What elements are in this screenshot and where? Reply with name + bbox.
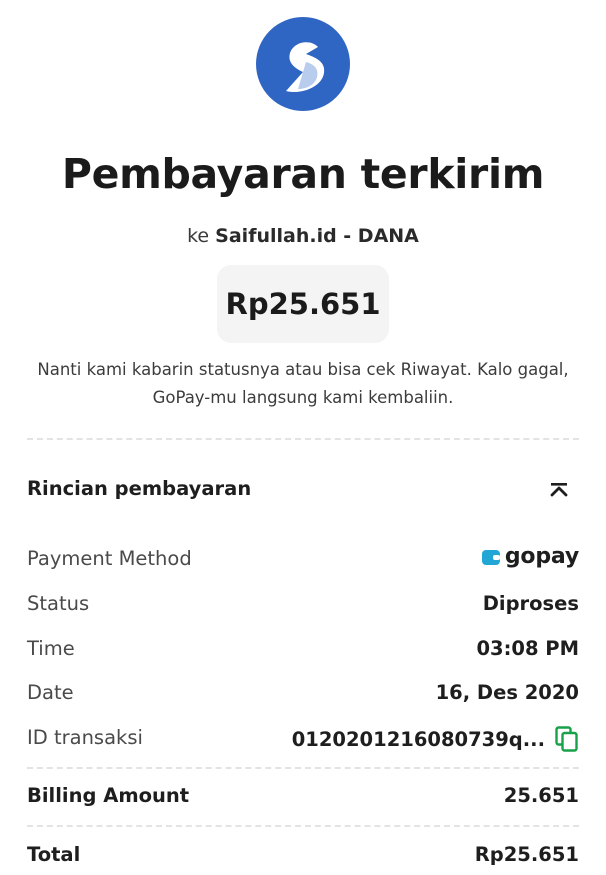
time-row: Time 03:08 PM <box>27 637 579 669</box>
status-note-line-2: GoPay-mu langsung kami kembaliin. <box>152 388 454 407</box>
total-row: Total Rp25.651 <box>27 843 579 875</box>
page-title: Pembayaran terkirim <box>61 150 545 198</box>
recipient-prefix: ke <box>187 225 210 247</box>
total-label: Total <box>27 843 81 866</box>
status-note: Nanti kami kabarin statusnya atau bisa c… <box>20 356 586 412</box>
copy-icon[interactable] <box>555 726 579 752</box>
date-label: Date <box>27 681 74 704</box>
status-label: Status <box>27 592 90 615</box>
gopay-logo: gopay <box>481 544 579 569</box>
transaction-id-value: 0120201216080739q... <box>291 727 545 751</box>
gopay-wordmark: gopay <box>504 544 579 569</box>
divider <box>27 825 579 827</box>
status-value: Diproses <box>482 592 579 615</box>
date-row: Date 16, Des 2020 <box>27 681 579 713</box>
payment-method-row: Payment Method gopay <box>27 544 579 579</box>
billing-amount-value: 25.651 <box>503 784 579 807</box>
divider <box>27 767 579 769</box>
wallet-icon <box>481 549 500 565</box>
transaction-id-label: ID transaksi <box>27 726 143 749</box>
transaction-id-wrap: 0120201216080739q... <box>292 726 579 752</box>
time-value: 03:08 PM <box>476 637 579 660</box>
status-note-line-1: Nanti kami kabarin statusnya atau bisa c… <box>37 360 569 379</box>
recipient-line: ke Saifullah.id - DANA <box>0 225 606 247</box>
time-label: Time <box>27 637 75 660</box>
details-section-title: Rincian pembayaran <box>27 477 252 500</box>
transaction-id-row: ID transaksi 0120201216080739q... <box>27 726 579 758</box>
logo-mark-icon <box>286 42 325 93</box>
recipient-name: Saifullah.id - DANA <box>215 225 419 247</box>
status-row: Status Diproses <box>27 592 579 624</box>
date-value: 16, Des 2020 <box>435 681 579 704</box>
divider <box>27 438 579 440</box>
amount-display: Rp25.651 <box>217 265 389 343</box>
app-logo <box>256 17 350 111</box>
billing-amount-row: Billing Amount 25.651 <box>27 784 579 816</box>
payment-method-label: Payment Method <box>27 547 192 570</box>
collapse-details-button[interactable] <box>546 476 572 504</box>
total-value: Rp25.651 <box>474 843 579 866</box>
chevron-up-double-icon <box>550 483 568 497</box>
billing-amount-label: Billing Amount <box>27 784 190 807</box>
amount-value: Rp25.651 <box>225 287 381 321</box>
